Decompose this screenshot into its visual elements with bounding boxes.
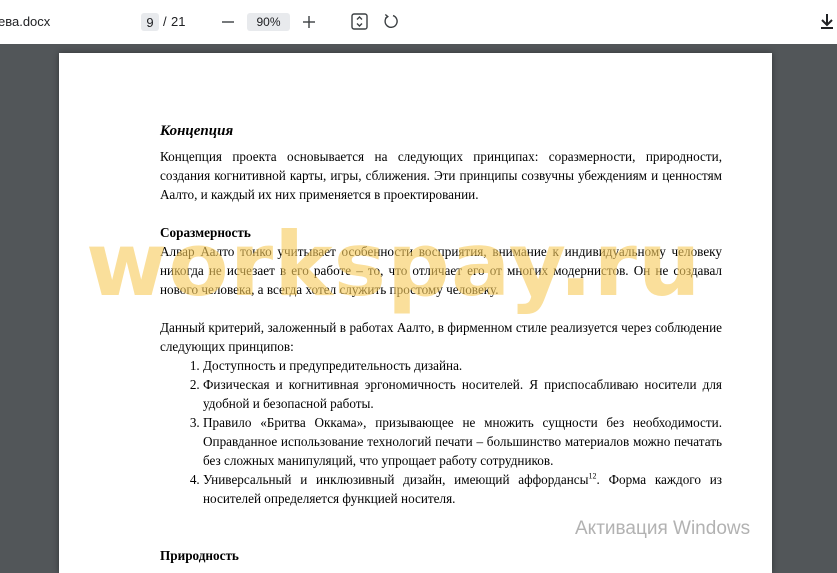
document-page: Концепция Концепция проекта основывается…: [59, 53, 772, 573]
fit-page-icon[interactable]: [351, 13, 368, 30]
subheading-naturalness: Природность: [160, 548, 239, 563]
subheading-proportion: Соразмерность: [160, 225, 251, 240]
page-number-input[interactable]: [141, 13, 159, 31]
list-item: Правило «Бритва Оккама», призывающее не …: [203, 413, 722, 470]
page-total: 21: [171, 14, 186, 29]
footnote-reference[interactable]: 12: [589, 472, 597, 481]
file-title: ева.docx: [0, 14, 51, 29]
list-item: Доступность и предупредительность дизайн…: [203, 356, 722, 375]
windows-activation-notice: Активация Windows: [575, 518, 751, 539]
proportion-paragraph: Алвар Аалто тонко учитывает особенности …: [160, 244, 722, 297]
principles-list: Доступность и предупредительность дизайн…: [160, 356, 722, 508]
list-item: Универсальный и инклюзивный дизайн, имею…: [203, 470, 722, 508]
zoom-out-icon[interactable]: [220, 13, 236, 31]
zoom-in-icon[interactable]: [301, 13, 317, 31]
criteria-paragraph: Данный критерий, заложенный в работах Аа…: [160, 320, 722, 354]
page-content: Концепция Концепция проекта основывается…: [160, 121, 722, 565]
intro-paragraph: Концепция проекта основывается на следую…: [160, 149, 722, 202]
page-separator: /: [163, 14, 167, 29]
list-item: Физическая и когнитивная эргономичность …: [203, 375, 722, 413]
zoom-level[interactable]: 90%: [247, 13, 290, 31]
rotate-icon[interactable]: [383, 13, 400, 30]
list-item-4-text: Универсальный и инклюзивный дизайн, имею…: [203, 472, 589, 487]
download-icon[interactable]: [818, 12, 836, 30]
section-heading: Концепция: [160, 123, 234, 139]
pdf-toolbar: ева.docx / 21 90%: [0, 0, 837, 44]
